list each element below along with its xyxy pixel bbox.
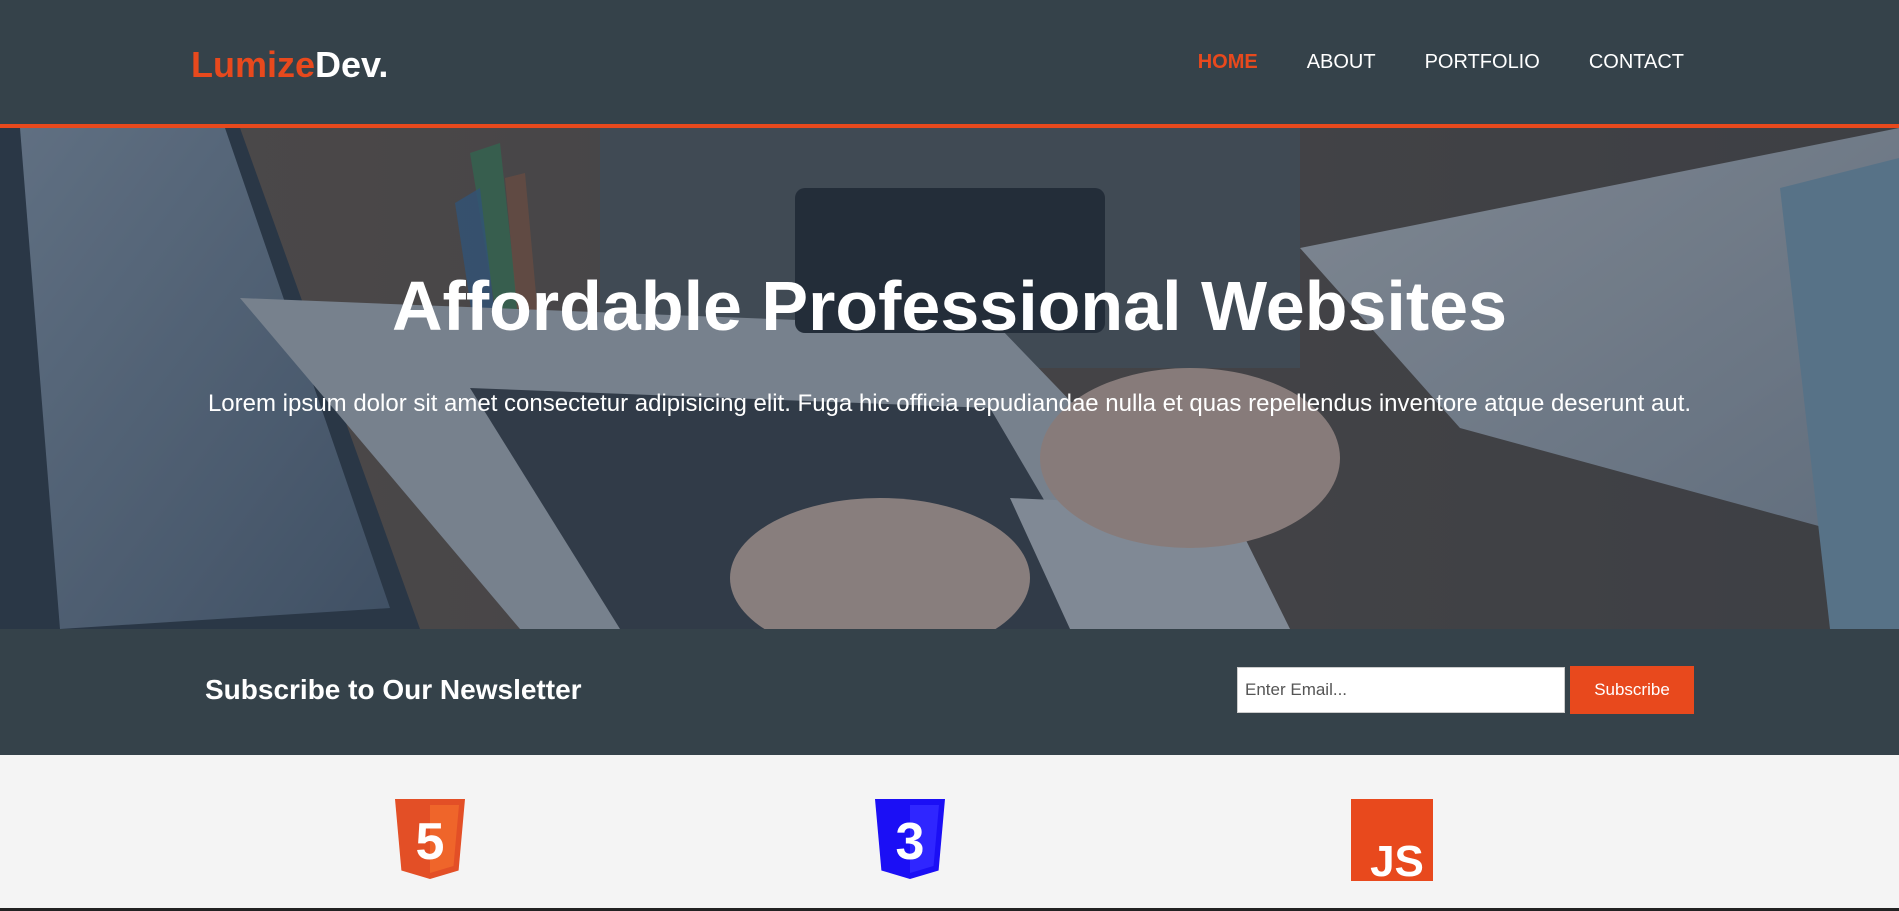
- hero-title: Affordable Professional Websites: [391, 267, 1508, 345]
- brand-logo[interactable]: LumizeDev.: [191, 44, 388, 86]
- hero-overlay: [0, 128, 1899, 629]
- hero-description: Lorem ipsum dolor sit amet consectetur a…: [207, 390, 1692, 417]
- javascript-logo-text: JS: [1370, 837, 1424, 881]
- site-header: LumizeDev. HOME ABOUT PORTFOLIO CONTACT: [0, 0, 1899, 128]
- html5-logo-icon: 5: [395, 799, 465, 879]
- html5-logo-digit: 5: [416, 813, 445, 871]
- hero-showcase: Affordable Professional Websites Lorem i…: [0, 128, 1899, 629]
- email-input[interactable]: [1237, 667, 1565, 713]
- nav-item-contact[interactable]: CONTACT: [1589, 51, 1684, 74]
- css3-logo-digit: 3: [896, 813, 925, 871]
- css3-logo-icon: 3: [875, 799, 945, 879]
- newsletter-section: Subscribe to Our Newsletter Subscribe: [0, 629, 1899, 755]
- nav-item-home[interactable]: HOME: [1198, 51, 1258, 74]
- nav-item-about[interactable]: ABOUT: [1307, 51, 1376, 74]
- main-nav: HOME ABOUT PORTFOLIO CONTACT: [1149, 51, 1684, 74]
- javascript-logo-icon: JS: [1351, 799, 1433, 881]
- brand-highlight: Lumize: [191, 44, 316, 85]
- nav-item-portfolio[interactable]: PORTFOLIO: [1425, 51, 1540, 74]
- tech-boxes: 5 3 JS: [0, 755, 1899, 911]
- brand-rest: Dev.: [315, 44, 389, 85]
- subscribe-button[interactable]: Subscribe: [1570, 666, 1694, 714]
- newsletter-title: Subscribe to Our Newsletter: [205, 674, 582, 705]
